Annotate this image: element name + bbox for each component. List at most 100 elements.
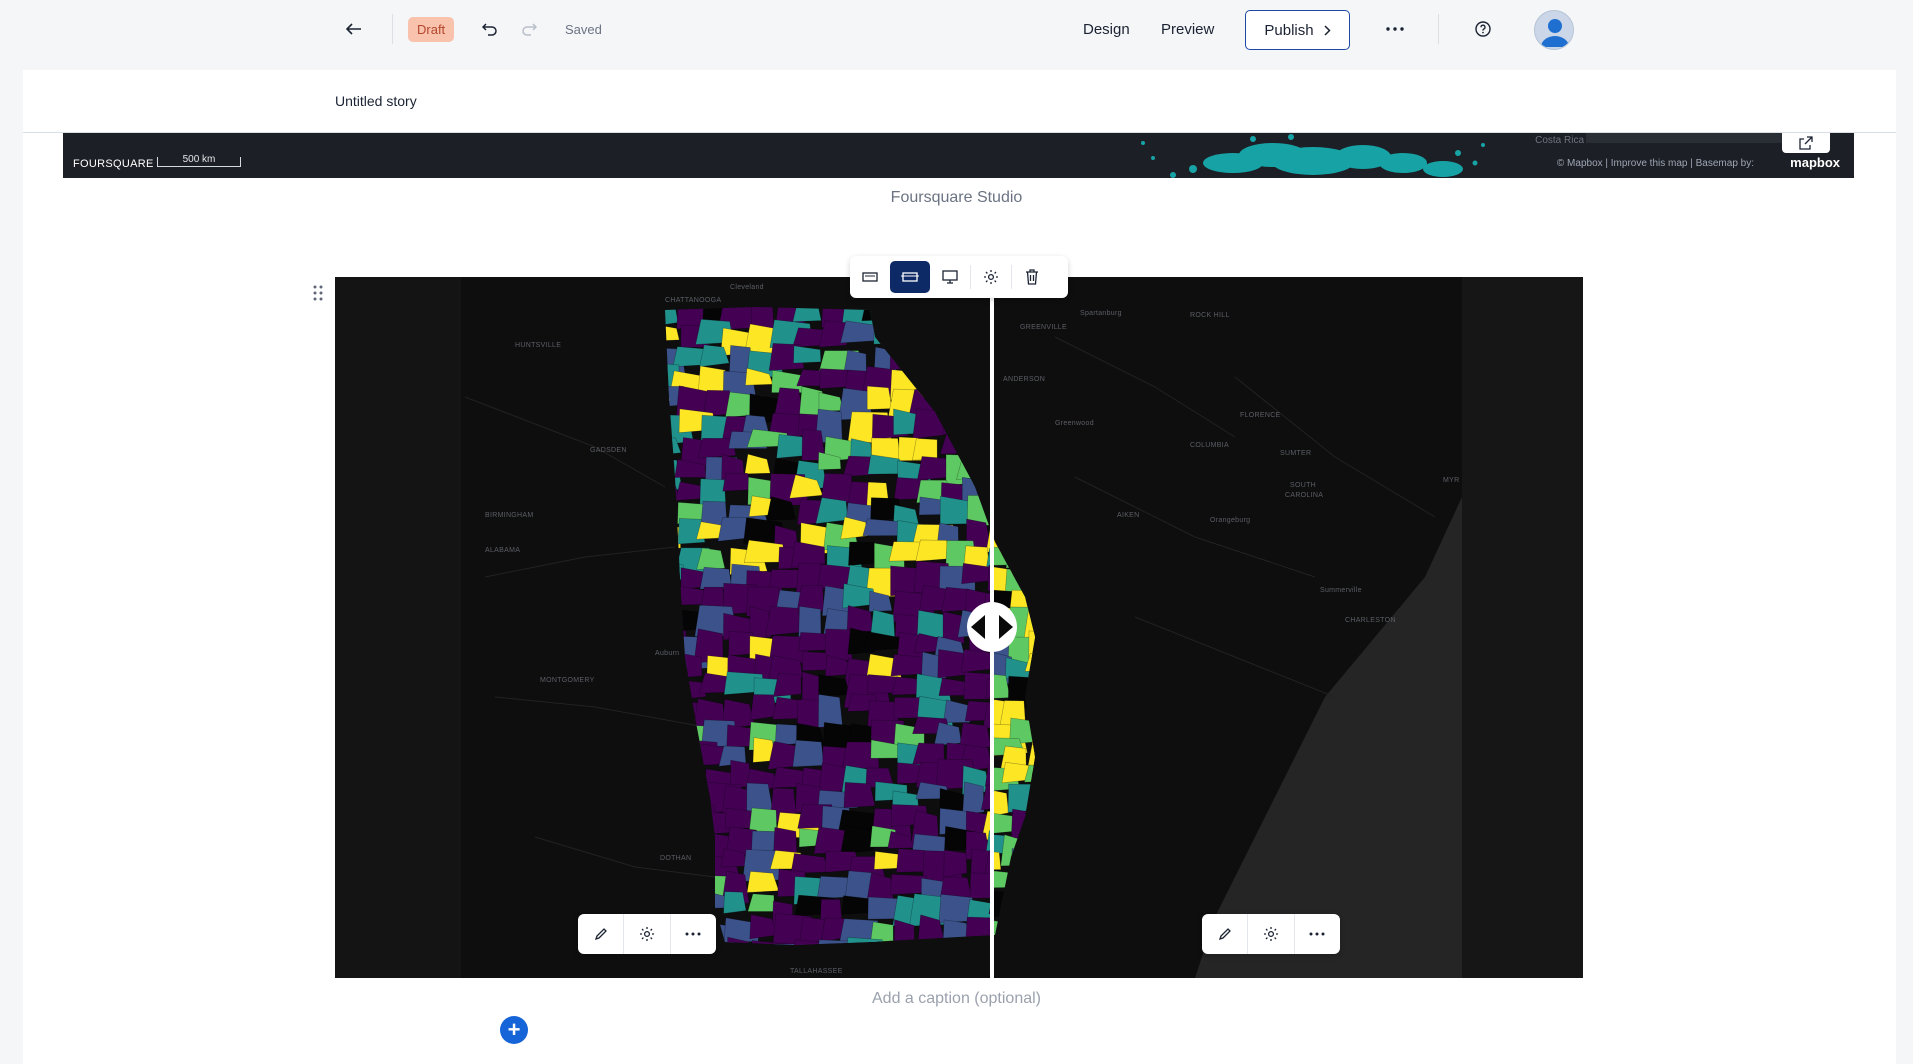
svg-text:CHARLESTON: CHARLESTON — [1345, 617, 1396, 624]
nav-design[interactable]: Design — [1083, 0, 1130, 58]
map-more-button[interactable] — [671, 914, 716, 954]
more-horizontal-icon — [685, 932, 701, 936]
layout-small-icon — [862, 272, 878, 282]
svg-text:Spartanburg: Spartanburg — [1080, 310, 1122, 317]
svg-text:MYR: MYR — [1443, 477, 1459, 484]
map-settings-button[interactable] — [1248, 914, 1293, 954]
svg-text:Orangeburg: Orangeburg — [1210, 517, 1250, 524]
back-arrow-icon[interactable] — [342, 0, 366, 58]
svg-text:SUMTER: SUMTER — [1280, 450, 1311, 457]
publish-label: Publish — [1264, 21, 1314, 39]
svg-text:Auburn: Auburn — [655, 650, 679, 657]
svg-text:DOTHAN: DOTHAN — [660, 855, 691, 862]
toolbar-divider — [392, 14, 393, 44]
layout-wide-icon — [901, 272, 919, 282]
layout-full-button[interactable] — [930, 261, 970, 293]
delete-block-button[interactable] — [1012, 261, 1052, 293]
region-cell — [896, 848, 928, 873]
region-cell — [962, 781, 985, 816]
avatar[interactable] — [1534, 10, 1574, 50]
gear-icon — [1264, 927, 1278, 941]
svg-text:BIRMINGHAM: BIRMINGHAM — [485, 512, 534, 519]
legend-panel — [1586, 133, 1782, 143]
more-horizontal-icon — [1386, 27, 1404, 31]
map-label: CHATTANOOGA — [665, 297, 721, 304]
add-block-button[interactable]: + — [500, 1016, 528, 1044]
svg-text:CAROLINA: CAROLINA — [1285, 492, 1323, 499]
toolbar-divider — [1438, 14, 1439, 44]
region-cell — [943, 849, 968, 878]
block-toolbar — [850, 256, 1068, 298]
undo-icon[interactable] — [478, 0, 502, 58]
right-map-tools — [1202, 914, 1340, 954]
svg-text:HUNTSVILLE: HUNTSVILLE — [515, 342, 561, 349]
region-cell — [843, 349, 867, 373]
svg-text:GREENVILLE: GREENVILLE — [1020, 324, 1067, 331]
svg-text:AIKEN: AIKEN — [1117, 512, 1140, 519]
help-icon[interactable] — [1470, 0, 1496, 58]
top-bar: Draft Saved Design Preview Publish — [0, 0, 1913, 58]
svg-text:Summerville: Summerville — [1320, 587, 1362, 594]
map-more-button[interactable] — [1295, 914, 1340, 954]
chevron-right-icon — [1324, 24, 1331, 36]
svg-text:COLUMBIA: COLUMBIA — [1190, 442, 1229, 449]
publish-button[interactable]: Publish — [1245, 10, 1350, 50]
svg-text:FLORENCE: FLORENCE — [1240, 412, 1281, 419]
story-title[interactable]: Untitled story — [335, 93, 417, 109]
svg-text:ALABAMA: ALABAMA — [485, 547, 520, 554]
monitor-icon — [942, 270, 958, 284]
caption-input[interactable]: Add a caption (optional) — [0, 990, 1913, 1008]
region-cell — [773, 673, 802, 697]
svg-text:MONTGOMERY: MONTGOMERY — [540, 677, 595, 684]
map-settings-button[interactable] — [624, 914, 669, 954]
map-comparison-block[interactable]: CHATTANOOGA HUNTSVILLE GADSDEN BIRMINGHA… — [335, 277, 1583, 978]
pencil-icon — [1218, 928, 1231, 941]
svg-text:SOUTH: SOUTH — [1290, 482, 1316, 489]
nav-preview[interactable]: Preview — [1161, 0, 1214, 58]
map-caption[interactable]: Foursquare Studio — [0, 189, 1913, 207]
map-comparison-svg: CHATTANOOGA HUNTSVILLE GADSDEN BIRMINGHA… — [335, 277, 1583, 978]
region-cell — [818, 694, 843, 728]
region-cell — [802, 651, 829, 671]
gear-icon — [984, 270, 998, 284]
pencil-icon — [594, 928, 607, 941]
region-cell — [840, 824, 874, 855]
map-block-top[interactable]: Costa Rica FOURSQUARE 500 km © Mapbox | … — [63, 133, 1854, 178]
region-cell — [815, 497, 849, 524]
region-cell — [915, 539, 949, 562]
svg-text:TALLAHASSEE: TALLAHASSEE — [790, 968, 843, 975]
region-cell — [848, 541, 879, 566]
external-link-icon — [1799, 136, 1813, 150]
trash-icon — [1026, 269, 1038, 285]
mapbox-logo: mapbox — [1790, 155, 1840, 170]
block-settings-button[interactable] — [971, 261, 1011, 293]
region-cell — [843, 782, 876, 808]
svg-text:Greenwood: Greenwood — [1055, 420, 1094, 427]
region-cell — [723, 891, 747, 914]
save-status: Saved — [565, 21, 602, 37]
map-attribution[interactable]: © Mapbox | Improve this map | Basemap by… — [1557, 158, 1754, 169]
left-map-tools — [578, 914, 716, 954]
region-cell — [801, 671, 822, 703]
region-cell — [866, 385, 893, 410]
svg-text:Cleveland: Cleveland — [730, 284, 764, 291]
compare-slider-handle[interactable] — [967, 602, 1017, 652]
svg-text:GADSDEN: GADSDEN — [590, 447, 627, 454]
region-cell — [792, 739, 825, 768]
more-horizontal-icon — [1309, 932, 1325, 936]
svg-text:ROCK HILL: ROCK HILL — [1190, 312, 1230, 319]
layout-wide-button[interactable] — [890, 261, 930, 293]
svg-text:ANDERSON: ANDERSON — [1003, 376, 1045, 383]
more-options-button[interactable] — [1382, 0, 1408, 58]
gear-icon — [640, 927, 654, 941]
region-cell — [764, 605, 804, 636]
drag-handle-icon[interactable] — [313, 285, 323, 301]
edit-map-button[interactable] — [578, 914, 623, 954]
status-badge: Draft — [408, 16, 455, 42]
open-external-button[interactable] — [1782, 133, 1830, 153]
redo-icon[interactable] — [517, 0, 541, 58]
layout-small-button[interactable] — [850, 261, 890, 293]
foursquare-logo: FOURSQUARE — [73, 158, 154, 170]
edit-map-button[interactable] — [1202, 914, 1247, 954]
map-place-label: Costa Rica — [1535, 135, 1584, 146]
